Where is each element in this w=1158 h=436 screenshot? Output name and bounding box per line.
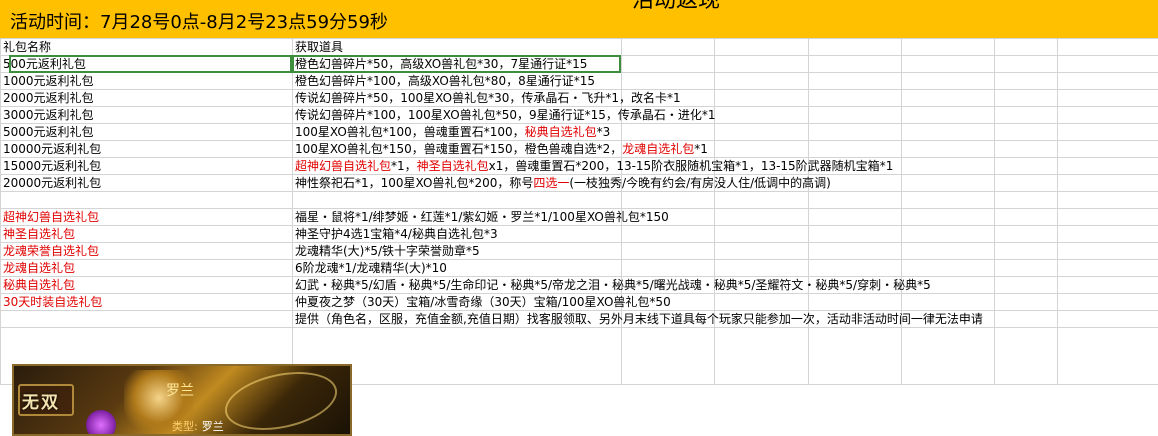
table-row: 超神幻兽自选礼包 福星・鼠将*1/绯梦姬・红莲*1/紫幻姬・罗兰*1/100星X… bbox=[0, 208, 1158, 226]
gift-name-cell[interactable]: 神圣自选礼包 bbox=[0, 225, 293, 243]
gift-name-cell[interactable]: 30天时装自选礼包 bbox=[0, 293, 293, 311]
table-row: 龙魂荣誉自选礼包 龙魂精华(大)*5/铁十字荣誉勋章*5 bbox=[0, 242, 1158, 260]
gift-name-cell[interactable]: 500元返利礼包 bbox=[0, 55, 293, 73]
gift-name-cell[interactable] bbox=[0, 310, 293, 328]
gift-name-cell[interactable]: 龙魂自选礼包 bbox=[0, 259, 293, 277]
gift-name-cell[interactable]: 秘典自选礼包 bbox=[0, 276, 293, 294]
header-reward[interactable]: 获取道具 bbox=[292, 38, 622, 56]
activity-banner: 活动返现 活动时间：7月28号0点-8月2号23点59分59秒 bbox=[0, 0, 1158, 39]
reward-cell[interactable] bbox=[292, 191, 622, 209]
reward-cell[interactable]: 龙魂精华(大)*5/铁十字荣誉勋章*5 bbox=[292, 242, 622, 260]
embedded-game-image[interactable]: 无双 罗兰 类型: 罗兰 bbox=[12, 364, 352, 436]
reward-cell[interactable]: 橙色幻兽碎片*50，高级XO兽礼包*30，7星通行证*15 bbox=[292, 55, 622, 73]
reward-cell[interactable]: 超神幻兽自选礼包*1，神圣自选礼包x1，兽魂重置石*200，13-15阶衣服随机… bbox=[292, 157, 893, 175]
header-gift-name[interactable]: 礼包名称 bbox=[0, 38, 293, 56]
table-row: 15000元返利礼包 超神幻兽自选礼包*1，神圣自选礼包x1，兽魂重置石*200… bbox=[0, 157, 1158, 175]
gift-name-cell[interactable]: 5000元返利礼包 bbox=[0, 123, 293, 141]
table-row: 5000元返利礼包 100星XO兽礼包*100，兽魂重置石*100，秘典自选礼包… bbox=[0, 123, 1158, 141]
reward-cell[interactable]: 6阶龙魂*1/龙魂精华(大)*10 bbox=[292, 259, 622, 277]
table-row: 1000元返利礼包 橙色幻兽碎片*100，高级XO兽礼包*80，8星通行证*15 bbox=[0, 72, 1158, 90]
wushuang-badge: 无双 bbox=[22, 393, 60, 413]
table-row: 30天时装自选礼包 仲夏夜之梦（30天）宝箱/冰雪奇缘（30天）宝箱/100星X… bbox=[0, 293, 1158, 311]
activity-time: 活动时间：7月28号0点-8月2号23点59分59秒 bbox=[10, 12, 388, 33]
character-name: 罗兰 bbox=[166, 383, 194, 399]
spreadsheet-grid: 礼包名称 获取道具 500元返利礼包 橙色幻兽碎片*50，高级XO兽礼包*30，… bbox=[0, 38, 1158, 385]
table-row: 龙魂自选礼包 6阶龙魂*1/龙魂精华(大)*10 bbox=[0, 259, 1158, 277]
table-row: 500元返利礼包 橙色幻兽碎片*50，高级XO兽礼包*30，7星通行证*15 bbox=[0, 55, 1158, 73]
reward-cell[interactable]: 100星XO兽礼包*150，兽魂重置石*150，橙色兽魂自选*2，龙魂自选礼包*… bbox=[292, 140, 708, 158]
gift-name-cell[interactable]: 20000元返利礼包 bbox=[0, 174, 293, 192]
gift-name-cell[interactable]: 超神幻兽自选礼包 bbox=[0, 208, 293, 226]
reward-cell[interactable]: 神性祭祀石*1，100星XO兽礼包*200，称号四选一(一枝独秀/今晚有约会/有… bbox=[292, 174, 831, 192]
reward-cell[interactable]: 橙色幻兽碎片*100，高级XO兽礼包*80，8星通行证*15 bbox=[292, 72, 622, 90]
gift-name-cell[interactable]: 3000元返利礼包 bbox=[0, 106, 293, 124]
table-row: 神圣自选礼包 神圣守护4选1宝箱*4/秘典自选礼包*3 bbox=[0, 225, 1158, 243]
table-row: 2000元返利礼包 传说幻兽碎片*50，100星XO兽礼包*30，传承晶石・飞升… bbox=[0, 89, 1158, 107]
table-row: 3000元返利礼包 传说幻兽碎片*100，100星XO兽礼包*50，9星通行证*… bbox=[0, 106, 1158, 124]
reward-cell[interactable]: 神圣守护4选1宝箱*4/秘典自选礼包*3 bbox=[292, 225, 622, 243]
gift-name-cell[interactable]: 龙魂荣誉自选礼包 bbox=[0, 242, 293, 260]
gift-name-cell[interactable]: 2000元返利礼包 bbox=[0, 89, 293, 107]
purple-orb-icon bbox=[86, 410, 116, 434]
table-header-row: 礼包名称 获取道具 bbox=[0, 38, 1158, 56]
banner-title: 活动返现 bbox=[632, 0, 721, 13]
table-row: 提供（角色名，区服，充值金额,充值日期）找客服领取、另外月末线下道具每个玩家只能… bbox=[0, 310, 1158, 328]
character-type: 类型: 罗兰 bbox=[172, 420, 224, 433]
gift-name-cell[interactable]: 10000元返利礼包 bbox=[0, 140, 293, 158]
gift-name-cell[interactable]: 1000元返利礼包 bbox=[0, 72, 293, 90]
table-row: 秘典自选礼包 幻武・秘典*5/幻盾・秘典*5/生命印记・秘典*5/帝龙之泪・秘典… bbox=[0, 276, 1158, 294]
table-row: 10000元返利礼包 100星XO兽礼包*150，兽魂重置石*150，橙色兽魂自… bbox=[0, 140, 1158, 158]
reward-cell[interactable]: 福星・鼠将*1/绯梦姬・红莲*1/紫幻姬・罗兰*1/100星XO兽礼包*150 bbox=[292, 208, 669, 226]
reward-cell[interactable]: 提供（角色名，区服，充值金额,充值日期）找客服领取、另外月末线下道具每个玩家只能… bbox=[292, 310, 983, 328]
golden-swirl bbox=[219, 366, 343, 434]
table-row bbox=[0, 191, 1158, 209]
reward-cell[interactable]: 仲夏夜之梦（30天）宝箱/冰雪奇缘（30天）宝箱/100星XO兽礼包*50 bbox=[292, 293, 671, 311]
reward-cell[interactable]: 传说幻兽碎片*100，100星XO兽礼包*50，9星通行证*15，传承晶石・进化… bbox=[292, 106, 716, 124]
reward-cell[interactable]: 幻武・秘典*5/幻盾・秘典*5/生命印记・秘典*5/帝龙之泪・秘典*5/曙光战魂… bbox=[292, 276, 931, 294]
table-row: 20000元返利礼包 神性祭祀石*1，100星XO兽礼包*200，称号四选一(一… bbox=[0, 174, 1158, 192]
gift-name-cell[interactable] bbox=[0, 191, 293, 209]
reward-cell[interactable]: 100星XO兽礼包*100，兽魂重置石*100，秘典自选礼包*3 bbox=[292, 123, 622, 141]
reward-cell[interactable]: 传说幻兽碎片*50，100星XO兽礼包*30，传承晶石・飞升*1，改名卡*1 bbox=[292, 89, 681, 107]
gift-name-cell[interactable]: 15000元返利礼包 bbox=[0, 157, 293, 175]
